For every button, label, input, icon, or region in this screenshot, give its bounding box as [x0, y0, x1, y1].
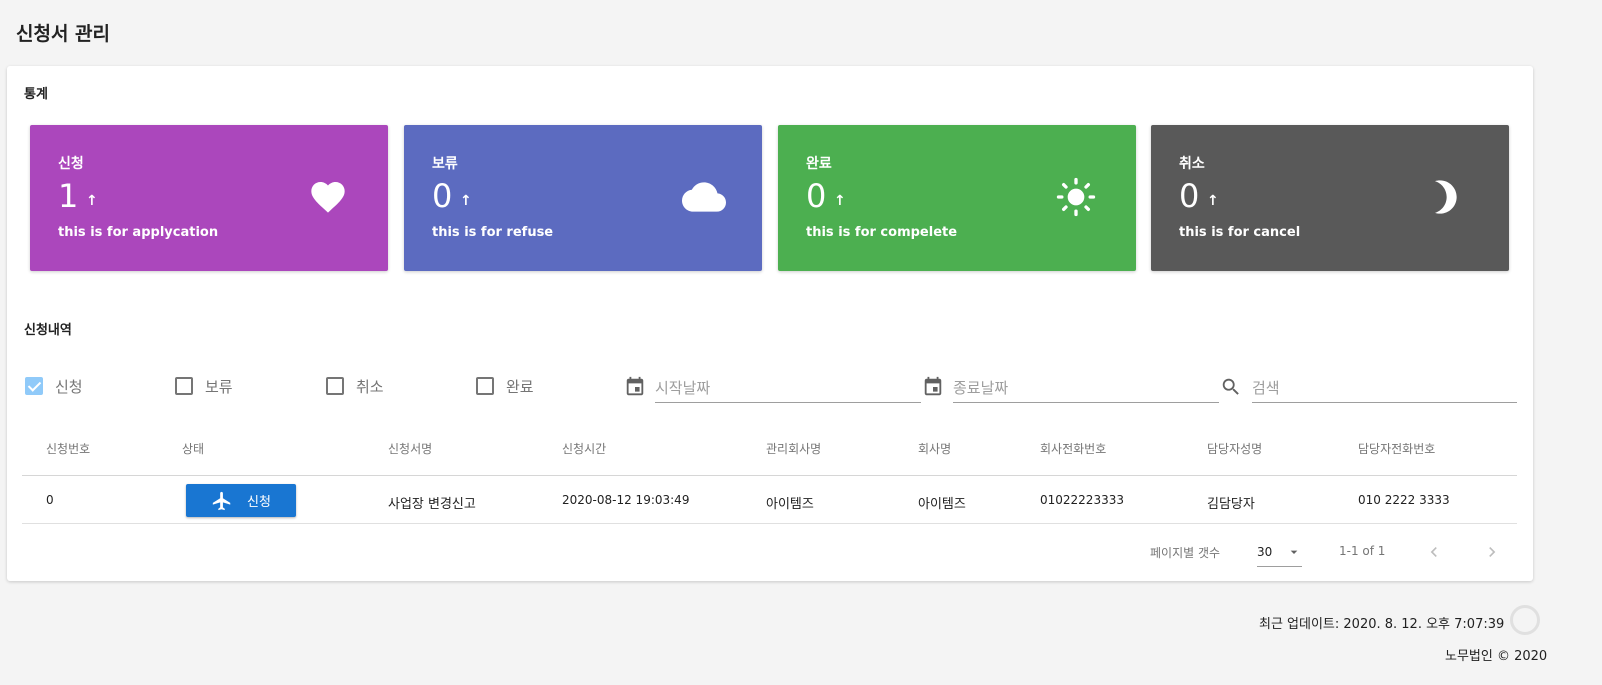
- cell-manager-phone: 010 2222 3333: [1358, 493, 1450, 507]
- filter-checkbox-refuse[interactable]: 보류: [175, 375, 233, 397]
- checkbox-checked-icon[interactable]: [25, 377, 43, 395]
- pagination-range: 1-1 of 1: [1339, 544, 1386, 558]
- stat-description: this is for refuse: [432, 225, 554, 240]
- filter-bar: 신청 보류 취소 완료 시작날짜 종료날짜 검색: [23, 369, 1517, 403]
- main-card: 통계 신청 1 ↑ this is for applycation 보류 0 ↑…: [7, 66, 1533, 581]
- chevron-down-icon: [1290, 550, 1298, 554]
- stat-label: 완료: [806, 156, 832, 172]
- checkbox-icon[interactable]: [326, 377, 344, 395]
- column-header-time[interactable]: 신청시간: [562, 440, 606, 457]
- status-label: 신청: [247, 495, 271, 510]
- stat-description: this is for compelete: [806, 225, 958, 240]
- calendar-icon[interactable]: [922, 376, 944, 398]
- filter-checkbox-application[interactable]: 신청: [25, 375, 83, 397]
- column-header-manager-phone[interactable]: 담당자전화번호: [1358, 440, 1435, 457]
- stat-card-cancel: 취소 0 ↑ this is for cancel: [1151, 125, 1509, 271]
- cell-mgmt-company: 아이템즈: [766, 497, 814, 512]
- loading-spinner-icon: [1510, 605, 1540, 635]
- checkbox-label: 완료: [506, 377, 534, 396]
- column-header-company-phone[interactable]: 회사전화번호: [1040, 440, 1106, 457]
- stat-label: 취소: [1179, 156, 1205, 172]
- stat-card-application: 신청 1 ↑ this is for applycation: [30, 125, 388, 271]
- page-title: 신청서 관리: [16, 23, 111, 45]
- checkbox-label: 취소: [356, 377, 384, 396]
- column-header-status[interactable]: 상태: [182, 440, 204, 457]
- arrow-up-icon: ↑: [86, 193, 98, 209]
- stat-card-refuse: 보류 0 ↑ this is for refuse: [404, 125, 762, 271]
- start-date-input[interactable]: 시작날짜: [655, 369, 921, 403]
- status-button[interactable]: 신청: [186, 484, 296, 517]
- end-date-input[interactable]: 종료날짜: [953, 369, 1219, 403]
- heart-icon: [311, 182, 345, 213]
- stat-card-complete: 완료 0 ↑ this is for compelete: [778, 125, 1136, 271]
- calendar-icon[interactable]: [624, 376, 646, 398]
- stat-value: 0: [806, 177, 827, 215]
- checkbox-label: 보류: [205, 377, 233, 396]
- arrow-up-icon: ↑: [1207, 193, 1219, 209]
- stat-value: 0: [1179, 177, 1200, 215]
- sun-icon: [1056, 177, 1096, 217]
- airplane-icon: [212, 491, 231, 510]
- column-header-company[interactable]: 회사명: [918, 440, 951, 457]
- cell-manager-name: 김담당자: [1207, 497, 1255, 512]
- filter-checkbox-cancel[interactable]: 취소: [326, 375, 384, 397]
- table-header: 신청번호 상태 신청서명 신청시간 관리회사명 회사명 회사전화번호 담당자성명…: [22, 422, 1517, 476]
- column-header-no[interactable]: 신청번호: [46, 440, 90, 457]
- moon-icon: [1435, 180, 1457, 214]
- arrow-up-icon: ↑: [460, 193, 472, 209]
- chevron-left-icon[interactable]: [1424, 542, 1444, 562]
- checkbox-icon[interactable]: [175, 377, 193, 395]
- stat-description: this is for applycation: [58, 225, 219, 240]
- stat-description: this is for cancel: [1179, 225, 1301, 240]
- last-update-text: 최근 업데이트: 2020. 8. 12. 오후 7:07:39: [1259, 617, 1505, 632]
- stat-value: 0: [432, 177, 453, 215]
- cloud-icon: [682, 182, 726, 212]
- column-header-manager-name[interactable]: 담당자성명: [1207, 440, 1262, 457]
- arrow-up-icon: ↑: [834, 193, 846, 209]
- cell-no: 0: [46, 493, 54, 507]
- rows-per-page-label: 페이지별 갯수: [1150, 546, 1221, 560]
- filter-checkbox-complete[interactable]: 완료: [476, 375, 534, 397]
- rows-per-page-value: 30: [1257, 545, 1273, 559]
- rows-per-page-select[interactable]: 30: [1257, 536, 1302, 567]
- stat-label: 보류: [432, 156, 458, 172]
- table-row[interactable]: 0 신청 사업장 변경신고 2020-08-12 19:03:49 아이템즈 아…: [22, 476, 1517, 524]
- column-header-form-name[interactable]: 신청서명: [388, 440, 432, 457]
- scrollbar-track[interactable]: [1568, 0, 1602, 685]
- checkbox-label: 신청: [55, 377, 83, 396]
- column-header-mgmt-company[interactable]: 관리회사명: [766, 440, 821, 457]
- chevron-right-icon[interactable]: [1482, 542, 1502, 562]
- stat-label: 신청: [58, 156, 84, 172]
- cell-company: 아이템즈: [918, 497, 966, 512]
- checkbox-icon[interactable]: [476, 377, 494, 395]
- history-section-title: 신청내역: [24, 323, 72, 338]
- stats-section-title: 통계: [24, 87, 48, 102]
- copyright-text: 노무법인 © 2020: [1445, 649, 1548, 664]
- stat-value: 1: [58, 177, 79, 215]
- cell-form-name: 사업장 변경신고: [388, 497, 476, 512]
- search-icon[interactable]: [1220, 376, 1242, 398]
- search-input[interactable]: 검색: [1252, 369, 1517, 403]
- cell-company-phone: 01022223333: [1040, 493, 1124, 507]
- cell-time: 2020-08-12 19:03:49: [562, 493, 690, 507]
